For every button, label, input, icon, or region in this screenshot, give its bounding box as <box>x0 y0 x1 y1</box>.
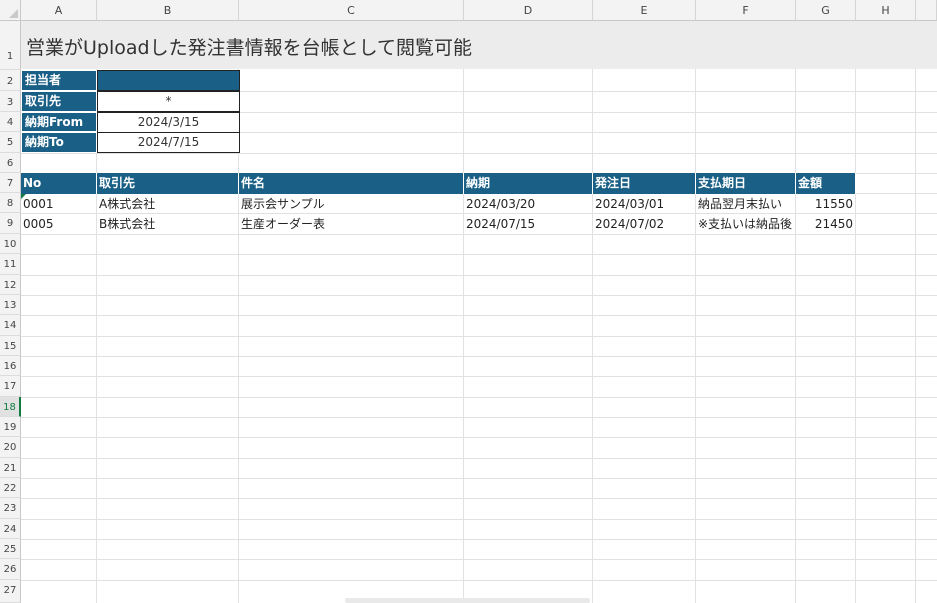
table-header-torihiki[interactable]: 取引先 <box>97 173 239 194</box>
column-header-f[interactable]: F <box>696 0 796 21</box>
gridline <box>21 376 937 377</box>
gridline <box>21 539 937 540</box>
gridline <box>21 458 937 459</box>
row-header-5[interactable]: 5 <box>0 132 21 153</box>
gridline <box>21 437 937 438</box>
table-cell-torihiki[interactable]: B株式会社 <box>97 214 239 234</box>
gridline <box>21 275 937 276</box>
row-header-16[interactable]: 16 <box>0 356 21 376</box>
horizontal-scrollbar[interactable] <box>345 598 590 603</box>
row-header-25[interactable]: 25 <box>0 539 21 559</box>
row-header-23[interactable]: 23 <box>0 498 21 519</box>
table-cell-no[interactable]: 0005 <box>21 214 97 234</box>
row-header-12[interactable]: 12 <box>0 275 21 295</box>
filter-value-torihiki[interactable]: * <box>97 91 240 112</box>
spreadsheet-grid[interactable]: A B C D E F G H 1 2 3 4 5 6 7 8 9 10 11 … <box>0 0 937 603</box>
column-header-e[interactable]: E <box>593 0 696 21</box>
table-cell-shiharai-kijitsu[interactable]: ※支払いは納品後 <box>696 214 796 234</box>
table-header-shiharai-kijitsu[interactable]: 支払期日 <box>696 173 796 194</box>
gridline <box>21 580 937 581</box>
select-all-corner[interactable] <box>0 0 21 21</box>
row-header-22[interactable]: 22 <box>0 478 21 498</box>
column-header-c[interactable]: C <box>239 0 464 21</box>
row-header-11[interactable]: 11 <box>0 254 21 275</box>
table-header-hacchuubi[interactable]: 発注日 <box>593 173 696 194</box>
table-cell-kingaku[interactable]: 21450 <box>796 214 856 234</box>
table-header-no[interactable]: No <box>21 173 97 194</box>
gridline <box>21 153 937 154</box>
table-cell-hacchuubi[interactable]: 2024/03/01 <box>593 194 696 214</box>
filter-label-tantou[interactable]: 担当者 <box>21 70 97 91</box>
row-header-21[interactable]: 21 <box>0 458 21 478</box>
row-header-26[interactable]: 26 <box>0 559 21 580</box>
gridline <box>21 234 937 235</box>
filter-label-nouki-to[interactable]: 納期To <box>21 132 97 153</box>
column-header-a[interactable]: A <box>21 0 97 21</box>
gridline <box>795 21 796 603</box>
table-cell-kingaku[interactable]: 11550 <box>796 194 856 214</box>
gridline <box>592 21 593 603</box>
row-header-2[interactable]: 2 <box>0 70 21 91</box>
gridline <box>21 336 937 337</box>
row-header-4[interactable]: 4 <box>0 112 21 132</box>
column-header-b[interactable]: B <box>97 0 239 21</box>
column-header-d[interactable]: D <box>464 0 593 21</box>
gridline <box>21 356 937 357</box>
table-cell-shiharai-kijitsu[interactable]: 納品翌月末払い <box>696 194 796 214</box>
row-header-10[interactable]: 10 <box>0 234 21 254</box>
table-cell-kenmei[interactable]: 展示会サンプル <box>239 194 464 214</box>
row-header-14[interactable]: 14 <box>0 315 21 336</box>
filter-label-nouki-from[interactable]: 納期From <box>21 112 97 132</box>
row-header-24[interactable]: 24 <box>0 519 21 539</box>
gridline <box>463 21 464 603</box>
gridline <box>21 417 937 418</box>
table-cell-torihiki[interactable]: A株式会社 <box>97 194 239 214</box>
row-header-17[interactable]: 17 <box>0 376 21 397</box>
row-header-3[interactable]: 3 <box>0 91 21 112</box>
column-header-h[interactable]: H <box>856 0 916 21</box>
row-header-7[interactable]: 7 <box>0 173 21 193</box>
gridline <box>21 295 937 296</box>
row-header-1[interactable]: 1 <box>0 21 21 70</box>
filter-label-torihiki[interactable]: 取引先 <box>21 91 97 112</box>
table-cell-hacchuubi[interactable]: 2024/07/02 <box>593 214 696 234</box>
gridline <box>21 478 937 479</box>
gridline <box>21 397 937 398</box>
column-header-i[interactable] <box>916 0 937 21</box>
row-header-18-selected[interactable]: 18 <box>0 397 21 417</box>
table-header-nouki[interactable]: 納期 <box>464 173 593 194</box>
row-header-27[interactable]: 27 <box>0 580 21 603</box>
row-header-20[interactable]: 20 <box>0 437 21 458</box>
table-header-kingaku[interactable]: 金額 <box>796 173 856 194</box>
table-cell-nouki[interactable]: 2024/07/15 <box>464 214 593 234</box>
table-cell-nouki[interactable]: 2024/03/20 <box>464 194 593 214</box>
row-header-8[interactable]: 8 <box>0 193 21 213</box>
table-cell-kenmei[interactable]: 生産オーダー表 <box>239 214 464 234</box>
row-header-6[interactable]: 6 <box>0 153 21 173</box>
row-header-19[interactable]: 19 <box>0 417 21 437</box>
filter-value-nouki-from[interactable]: 2024/3/15 <box>97 112 240 133</box>
gridline <box>21 315 937 316</box>
gridline <box>855 21 856 603</box>
sheet-title[interactable]: 営業がUploadした発注書情報を台帳として閲覧可能 <box>26 33 472 60</box>
row-header-15[interactable]: 15 <box>0 336 21 356</box>
gridline <box>21 559 937 560</box>
table-cell-no[interactable]: 0001 <box>21 194 97 214</box>
gridline <box>21 498 937 499</box>
column-header-g[interactable]: G <box>796 0 856 21</box>
gridline <box>21 254 937 255</box>
table-header-kenmei[interactable]: 件名 <box>239 173 464 194</box>
filter-value-nouki-to[interactable]: 2024/7/15 <box>97 132 240 153</box>
row-header-13[interactable]: 13 <box>0 295 21 315</box>
gridline <box>21 519 937 520</box>
row-header-9[interactable]: 9 <box>0 213 21 234</box>
filter-value-tantou[interactable] <box>97 70 240 91</box>
gridline <box>915 21 916 603</box>
gridline <box>695 21 696 603</box>
